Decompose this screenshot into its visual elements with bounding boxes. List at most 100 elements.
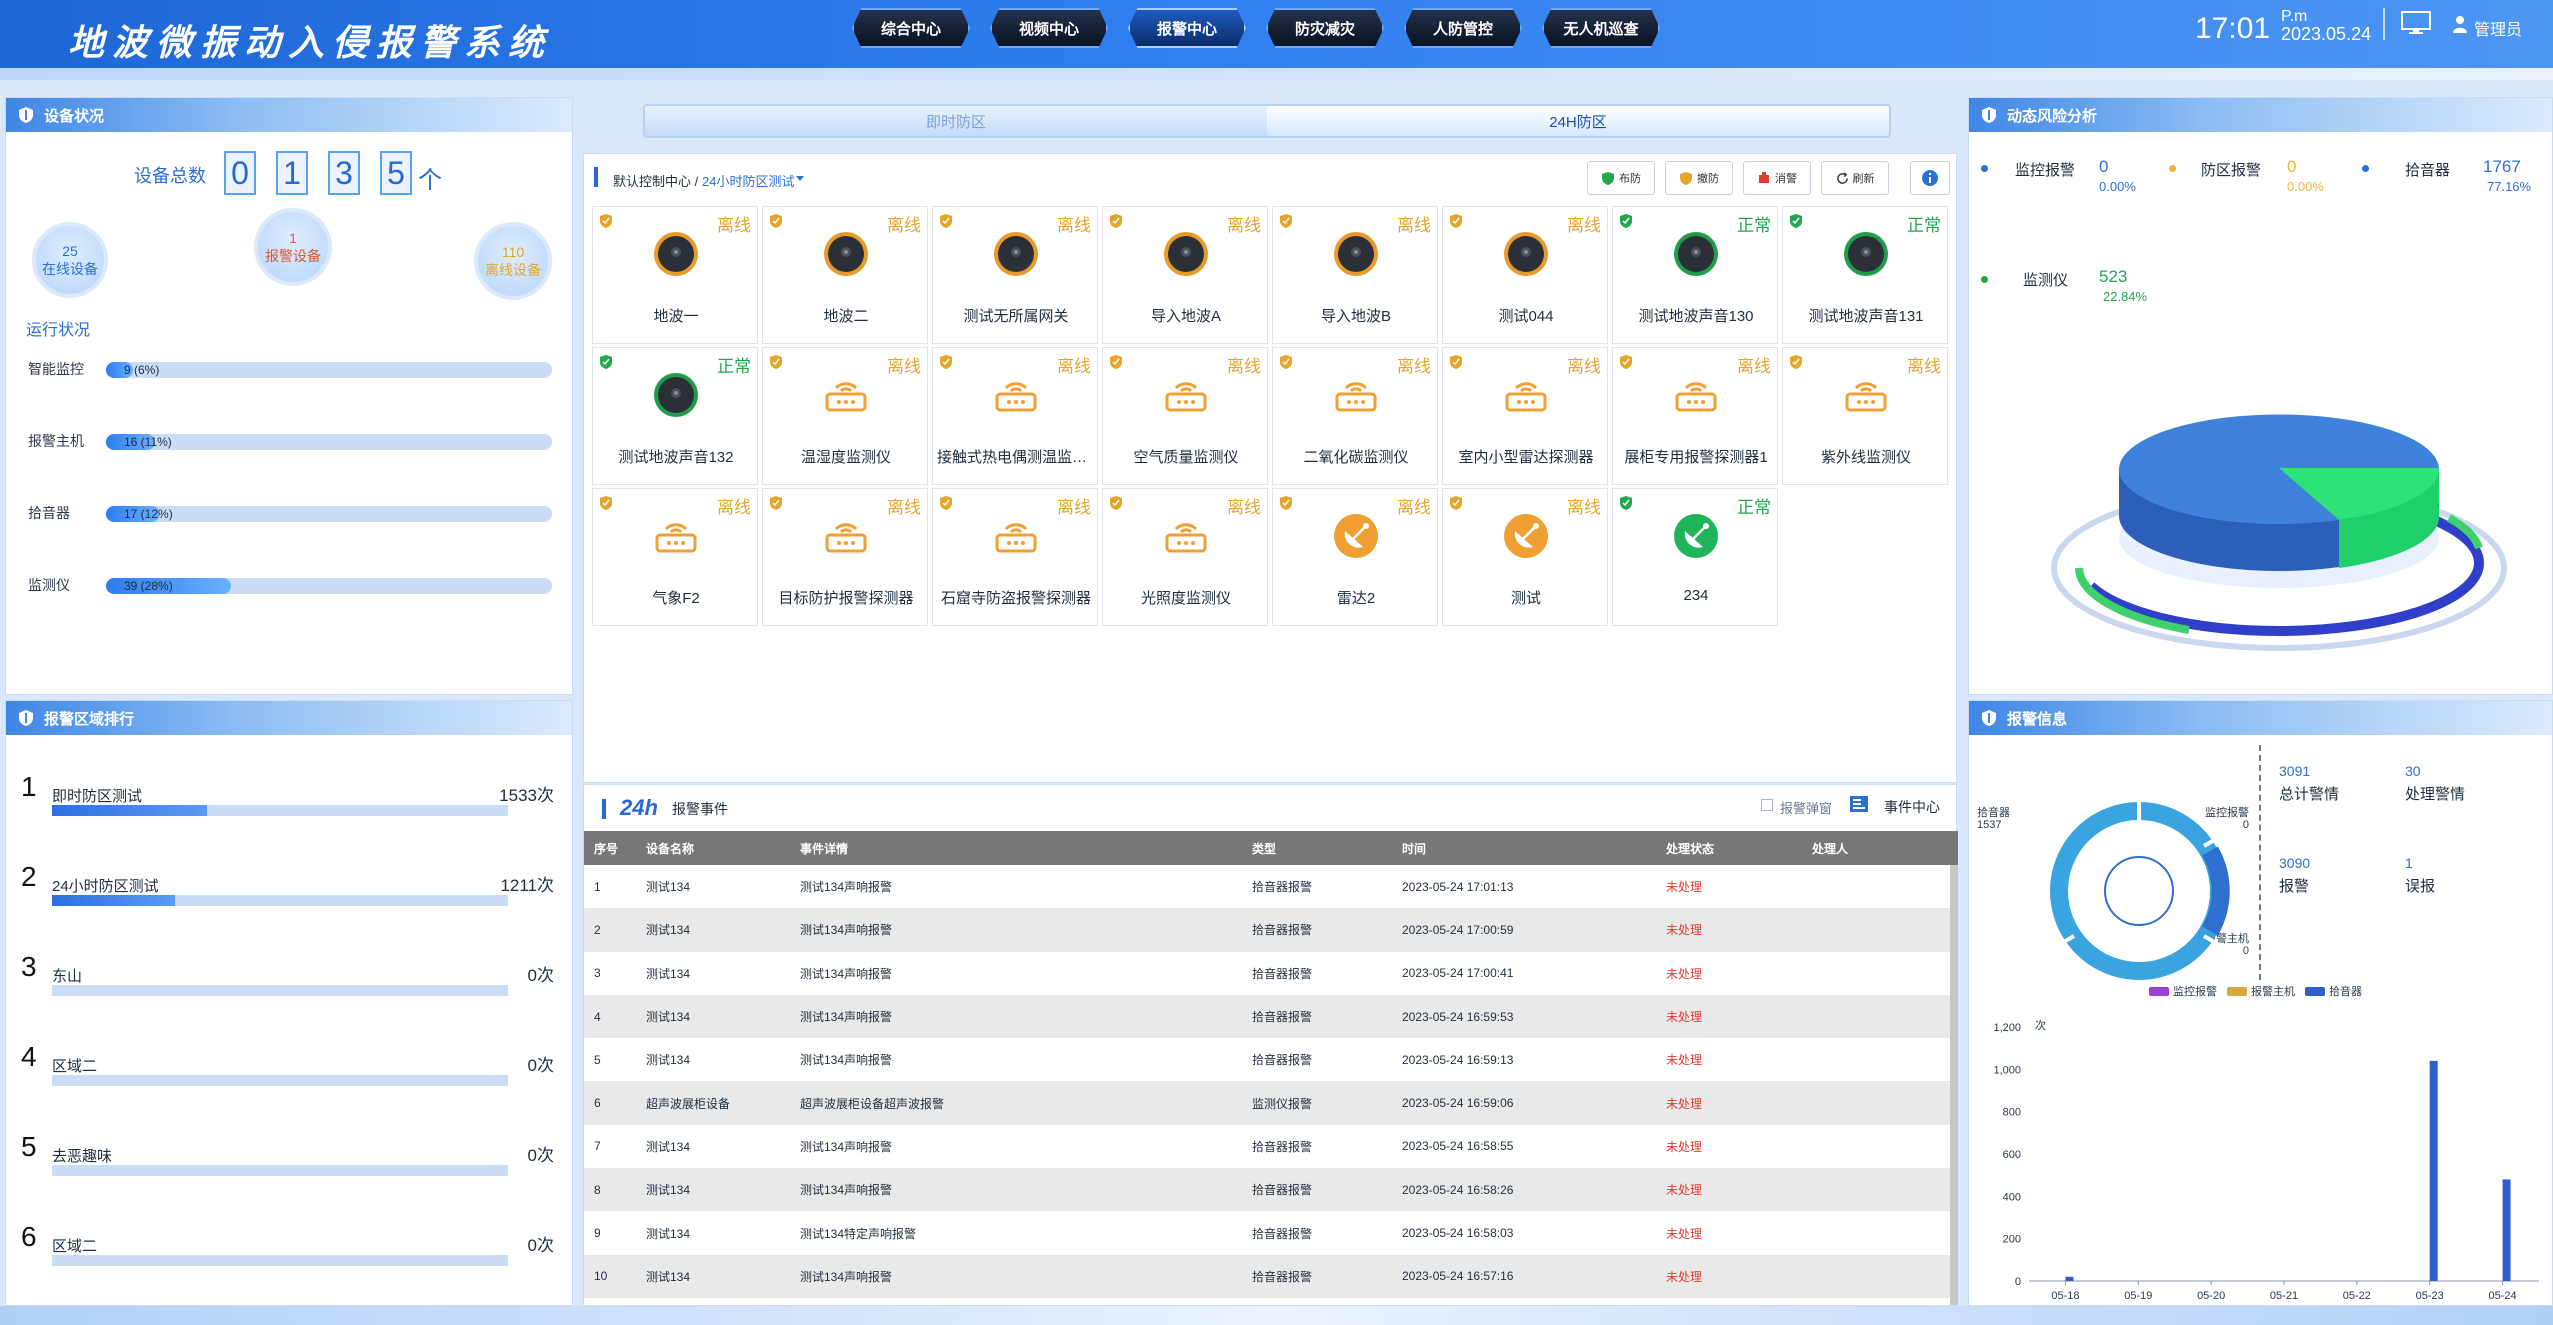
ranking-bar — [52, 805, 508, 816]
shield-icon — [1110, 214, 1122, 228]
user-name[interactable]: 管理员 — [2474, 16, 2522, 40]
breadcrumb-root[interactable]: 默认控制中心 / — [613, 171, 698, 190]
table-cell: 2023-05-24 17:01:13 — [1392, 865, 1656, 909]
online-devices-bubble[interactable]: 25 在线设备 — [32, 222, 108, 298]
table-column-header[interactable]: 序号 — [584, 831, 636, 865]
nav-button[interactable]: 报警中心 — [1128, 8, 1246, 48]
table-column-header[interactable]: 设备名称 — [636, 831, 790, 865]
device-card[interactable]: 离线 地波一 — [592, 206, 758, 344]
device-status: 离线 — [1057, 498, 1091, 517]
device-card[interactable]: 离线 目标防护报警探测器 — [762, 488, 928, 626]
bar[interactable] — [2065, 1276, 2074, 1281]
bar[interactable] — [2502, 1179, 2511, 1281]
tab-24h-zone[interactable]: 24H防区 — [1267, 106, 1889, 136]
nav-button[interactable]: 综合中心 — [852, 8, 970, 48]
table-column-header[interactable]: 事件详情 — [790, 831, 1242, 865]
table-cell: 未处理 — [1656, 1168, 1802, 1212]
alarm-devices-bubble[interactable]: 1 报警设备 — [254, 208, 332, 286]
device-status: 离线 — [1397, 357, 1431, 376]
ranking-item[interactable]: 5 去恶趣味 0次 — [14, 1131, 554, 1201]
device-card[interactable]: 离线 测试无所属网关 — [932, 206, 1098, 344]
router-icon — [825, 523, 867, 553]
table-row[interactable]: 2 测试134 测试134声响报警 拾音器报警 2023-05-24 17:00:59 未… — [584, 908, 1958, 952]
table-row[interactable]: 9 测试134 测试134特定声响报警 拾音器报警 2023-05-24 16:58:0… — [584, 1211, 1958, 1255]
ranking-item[interactable]: 6 区域二 0次 — [14, 1221, 554, 1291]
table-row[interactable]: 6 超声波展柜设备 超声波展柜设备超声波报警 监测仪报警 2023-05-24 16:5… — [584, 1081, 1958, 1125]
ranking-item[interactable]: 1 即时防区测试 1533次 — [14, 771, 554, 841]
table-cell: 2023-05-24 16:59:53 — [1392, 994, 1656, 1039]
device-card[interactable]: 正常 测试地波声音130 — [1612, 206, 1778, 344]
device-card[interactable]: 正常 测试地波声音131 — [1782, 206, 1948, 344]
nav-button[interactable]: 无人机巡查 — [1542, 8, 1660, 48]
router-icon — [1505, 382, 1547, 412]
device-card[interactable]: 离线 展柜专用报警探测器1 — [1612, 347, 1778, 485]
chevron-down-icon[interactable] — [796, 176, 804, 181]
user-icon[interactable] — [2452, 15, 2468, 33]
device-card[interactable]: 离线 紫外线监测仪 — [1782, 347, 1948, 485]
table-cell: 测试134 — [636, 1211, 790, 1255]
table-column-header[interactable]: 处理状态 — [1656, 831, 1802, 865]
table-cell: 测试134特定声响报警 — [790, 1211, 1242, 1255]
shield-icon — [940, 355, 952, 369]
event-center-link[interactable]: 事件中心 — [1884, 797, 1940, 817]
device-card[interactable]: 离线 雷达2 — [1272, 488, 1438, 626]
nav-button[interactable]: 防灾减灾 — [1266, 8, 1384, 48]
device-card[interactable]: 离线 空气质量监测仪 — [1102, 347, 1268, 485]
ranking-item[interactable]: 2 24小时防区测试 1211次 — [14, 861, 554, 931]
device-card[interactable]: 正常 234 — [1612, 488, 1778, 626]
bar[interactable] — [2429, 1060, 2438, 1281]
x-tick-label: 05-19 — [2124, 1290, 2152, 1302]
table-column-header[interactable]: 类型 — [1242, 831, 1392, 865]
refresh-button[interactable]: 刷新 — [1821, 161, 1889, 195]
info-button[interactable] — [1910, 161, 1950, 195]
nav-button[interactable]: 人防管控 — [1404, 8, 1522, 48]
table-cell: 6 — [584, 1081, 636, 1125]
device-card[interactable]: 离线 二氧化碳监测仪 — [1272, 347, 1438, 485]
table-row[interactable]: 4 测试134 测试134声响报警 拾音器报警 2023-05-24 16:59:53 未… — [584, 994, 1958, 1039]
table-row[interactable]: 7 测试134 测试134声响报警 拾音器报警 2023-05-24 16:58:55 未… — [584, 1124, 1958, 1169]
event-center-icon[interactable] — [1849, 795, 1869, 813]
breadcrumb-current[interactable]: 24小时防区测试 — [702, 171, 794, 190]
table-cell: 2023-05-24 17:00:41 — [1392, 951, 1656, 995]
device-name: 温湿度监测仪 — [800, 449, 891, 466]
device-card[interactable]: 离线 温湿度监测仪 — [762, 347, 928, 485]
table-column-header[interactable]: 时间 — [1392, 831, 1656, 865]
device-card[interactable]: 离线 地波二 — [762, 206, 928, 344]
device-name: 石窟寺防盗报警探测器 — [940, 590, 1091, 607]
events-scrollbar[interactable] — [1950, 865, 1958, 1305]
device-card[interactable]: 正常 测试地波声音132 — [592, 347, 758, 485]
clear-alarm-button[interactable]: 消警 — [1743, 161, 1811, 195]
geo-sensor-icon — [824, 232, 868, 276]
radar-dish-icon — [1674, 514, 1718, 558]
device-card[interactable]: 离线 气象F2 — [592, 488, 758, 626]
device-card[interactable]: 离线 测试044 — [1442, 206, 1608, 344]
tab-instant-zone[interactable]: 即时防区 — [645, 106, 1267, 136]
device-card[interactable]: 离线 导入地波B — [1272, 206, 1438, 344]
alarm-popup-checkbox[interactable] — [1761, 799, 1773, 811]
table-row[interactable]: 3 测试134 测试134声响报警 拾音器报警 2023-05-24 17:00:41 未… — [584, 951, 1958, 995]
legend-dot — [1981, 165, 1988, 172]
device-card[interactable]: 离线 测试 — [1442, 488, 1608, 626]
table-cell: 2 — [584, 908, 636, 952]
table-cell: 2023-05-24 16:58:03 — [1392, 1211, 1656, 1255]
device-status: 离线 — [1567, 216, 1601, 235]
arm-button[interactable]: 布防 — [1587, 161, 1655, 195]
device-card[interactable]: 离线 室内小型雷达探测器 — [1442, 347, 1608, 485]
device-card[interactable]: 离线 导入地波A — [1102, 206, 1268, 344]
device-card[interactable]: 离线 光照度监测仪 — [1102, 488, 1268, 626]
ranking-item[interactable]: 4 区域二 0次 — [14, 1041, 554, 1111]
device-card[interactable]: 离线 接触式热电偶测温监测仪 — [932, 347, 1099, 485]
device-card[interactable]: 离线石窟寺防盗报警探测器 — [932, 488, 1098, 626]
table-row[interactable]: 1 测试134 测试134声响报警 拾音器报警 2023-05-24 17:01:13 未… — [584, 865, 1958, 909]
monitor-icon[interactable] — [2400, 10, 2432, 36]
offline-devices-bubble[interactable]: 110 离线设备 — [474, 222, 552, 300]
shield-icon — [1110, 355, 1122, 369]
table-cell: 测试134 — [636, 994, 790, 1039]
nav-button[interactable]: 视频中心 — [990, 8, 1108, 48]
ranking-item[interactable]: 3 东山 0次 — [14, 951, 554, 1021]
table-column-header[interactable]: 处理人 — [1802, 831, 1958, 865]
table-row[interactable]: 8 测试134 测试134声响报警 拾音器报警 2023-05-24 16:58:26 未… — [584, 1168, 1958, 1212]
disarm-button[interactable]: 撤防 — [1665, 161, 1733, 195]
table-row[interactable]: 5 测试134 测试134声响报警 拾音器报警 2023-05-24 16:59:13 未… — [584, 1038, 1958, 1082]
table-row[interactable]: 10 测试134 测试134声响报警 拾音器报警 2023-05-24 16:57:16… — [584, 1254, 1958, 1298]
